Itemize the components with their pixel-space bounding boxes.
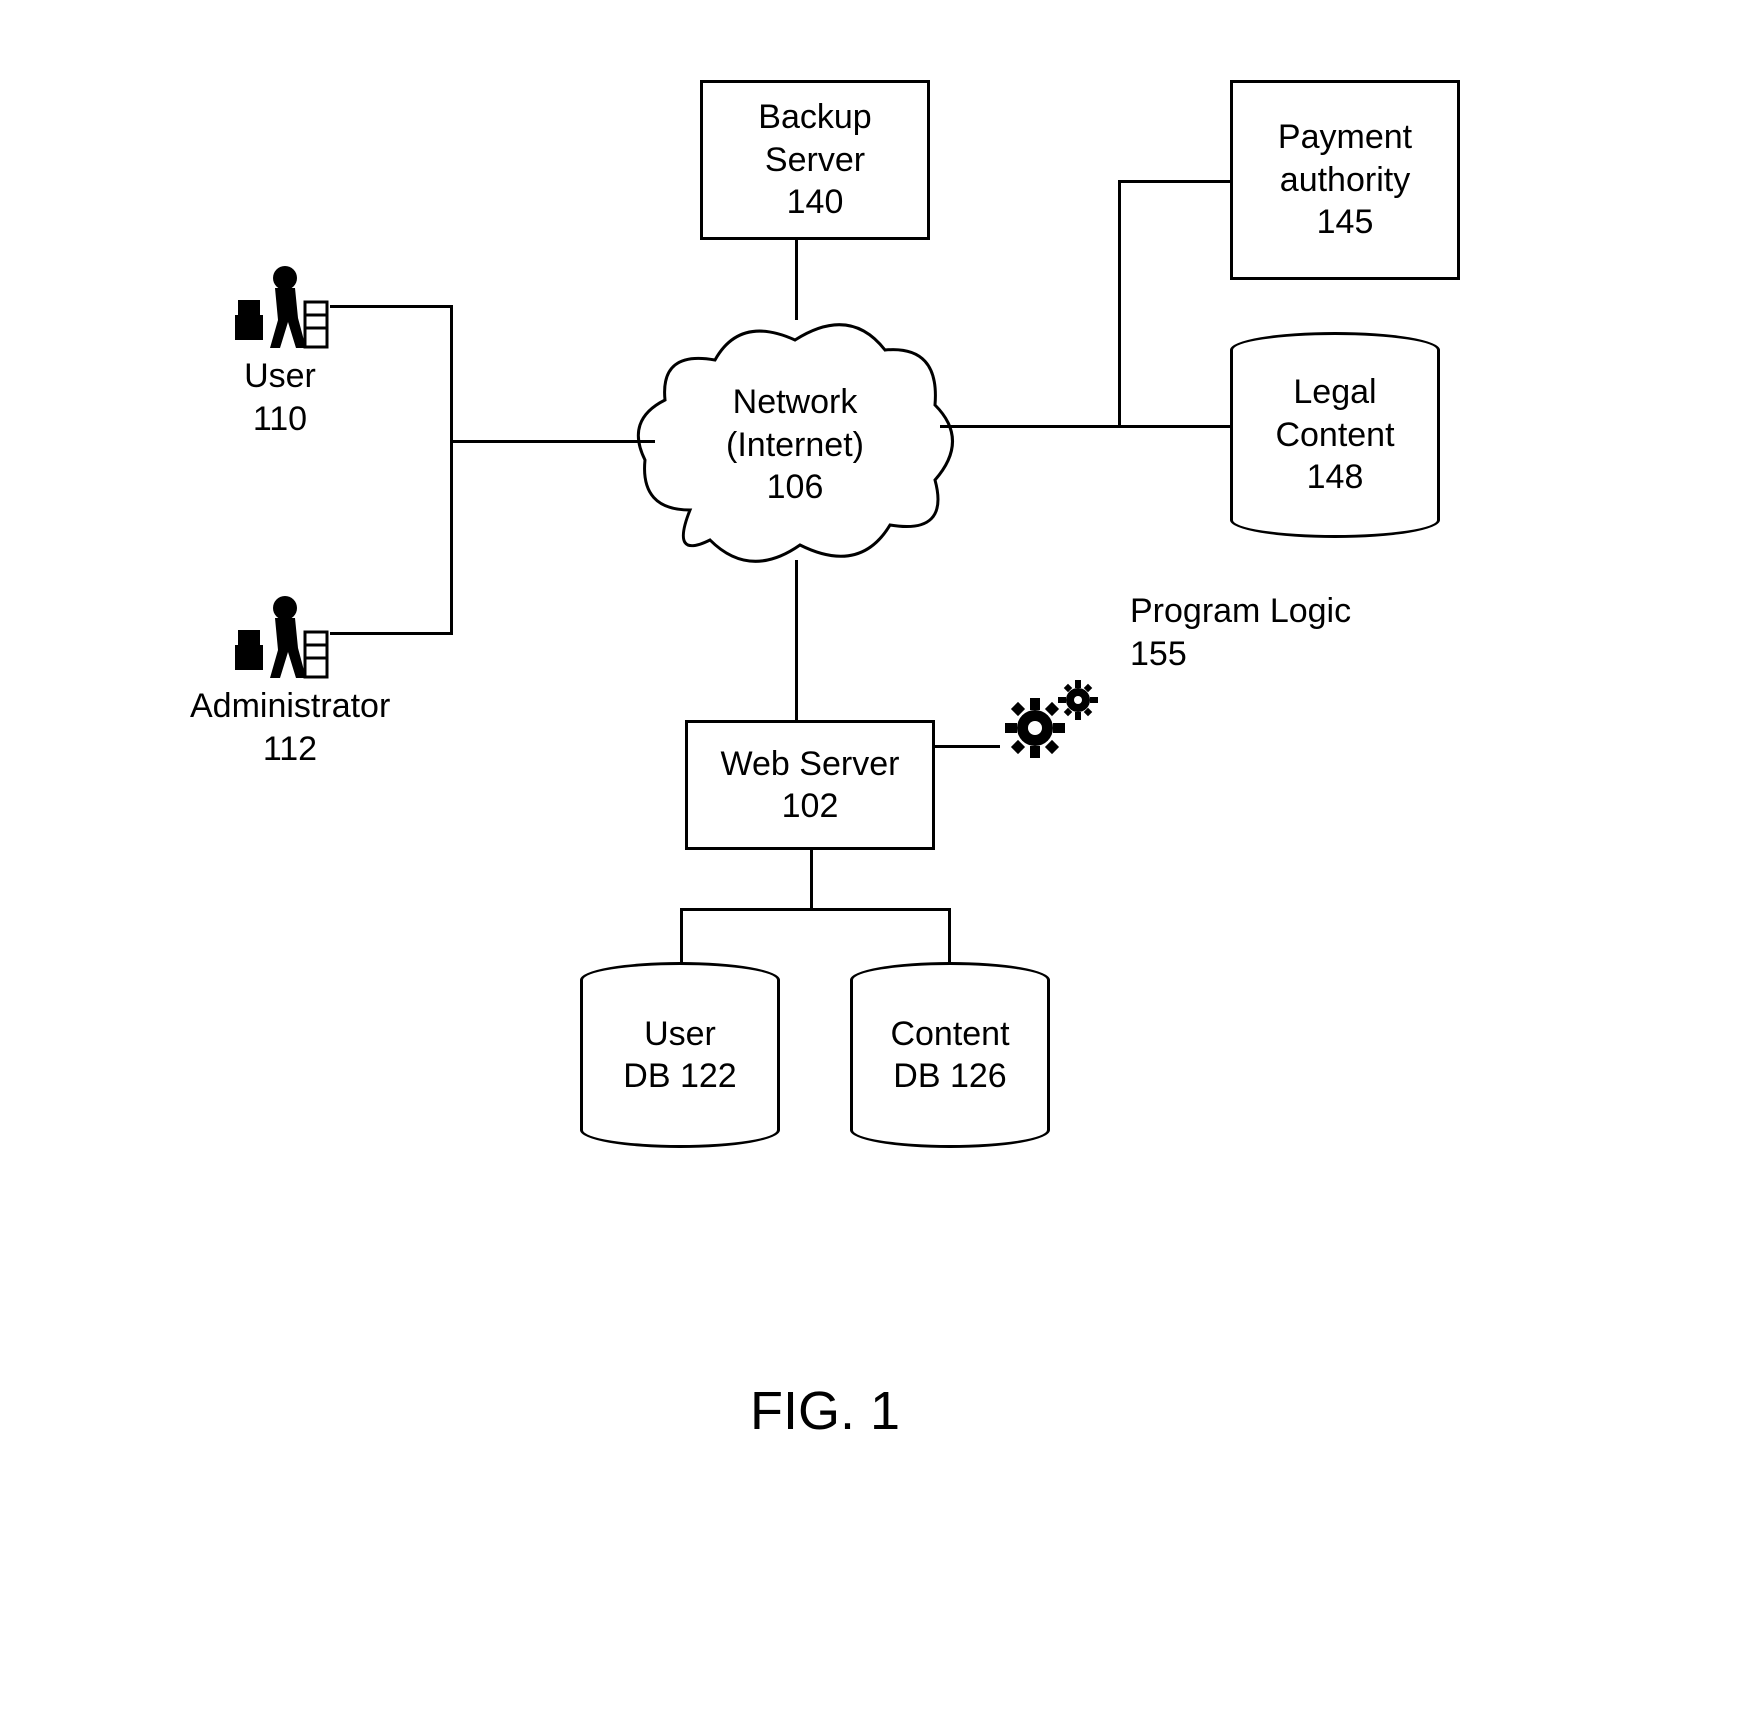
conn-webserver-gears	[935, 745, 1000, 748]
legal-content-db: Legal Content 148	[1230, 350, 1440, 520]
figure-caption: FIG. 1	[700, 1380, 950, 1442]
backup-server-label-2: Server	[765, 139, 865, 182]
legal-content-label-2: Content	[1275, 414, 1394, 457]
backup-server-ref: 140	[787, 181, 844, 224]
administrator-icon	[230, 590, 330, 680]
user-db-label-1: User	[644, 1013, 716, 1056]
user-label: User 110	[210, 355, 350, 440]
conn-to-admin	[330, 632, 450, 635]
payment-authority-label-2: authority	[1280, 159, 1410, 202]
user-db-label-2: DB 122	[623, 1055, 736, 1098]
content-db-label-2: DB 126	[893, 1055, 1006, 1098]
conn-to-userdb	[680, 908, 683, 966]
payment-authority-box: Payment authority 145	[1230, 80, 1460, 280]
conn-webserver-down	[810, 850, 813, 910]
user-db: User DB 122	[580, 980, 780, 1130]
conn-to-legal	[1118, 425, 1230, 428]
conn-to-payment	[1118, 180, 1230, 183]
network-label-2: (Internet)	[726, 424, 864, 467]
conn-junction-v-up	[1118, 180, 1121, 428]
content-db: Content DB 126	[850, 980, 1050, 1130]
conn-db-split-h	[680, 908, 950, 911]
legal-content-ref: 148	[1307, 456, 1364, 499]
legal-content-label-1: Legal	[1293, 371, 1376, 414]
payment-authority-ref: 145	[1317, 201, 1374, 244]
content-db-label-1: Content	[890, 1013, 1009, 1056]
web-server-label: Web Server	[721, 743, 900, 786]
network-ref: 106	[767, 466, 824, 509]
backup-server-label-1: Backup	[758, 96, 871, 139]
program-logic-icon	[1000, 670, 1110, 770]
system-architecture-diagram: Backup Server 140 Payment authority 145 …	[230, 80, 1510, 1480]
network-label-1: Network	[733, 381, 858, 424]
user-icon	[230, 260, 330, 350]
conn-network-left-h	[450, 440, 655, 443]
payment-authority-label-1: Payment	[1278, 116, 1412, 159]
administrator-label: Administrator 112	[190, 685, 390, 770]
conn-backup-network	[795, 240, 798, 320]
conn-to-user	[330, 305, 450, 308]
conn-to-contentdb	[948, 908, 951, 966]
backup-server-box: Backup Server 140	[700, 80, 930, 240]
web-server-ref: 102	[782, 785, 839, 828]
conn-network-webserver	[795, 560, 798, 720]
web-server-box: Web Server 102	[685, 720, 935, 850]
program-logic-label: Program Logic 155	[1130, 590, 1360, 675]
conn-usersplit-v	[450, 305, 453, 635]
network-cloud: Network (Internet) 106	[630, 310, 960, 580]
conn-network-right-h	[940, 425, 1120, 428]
